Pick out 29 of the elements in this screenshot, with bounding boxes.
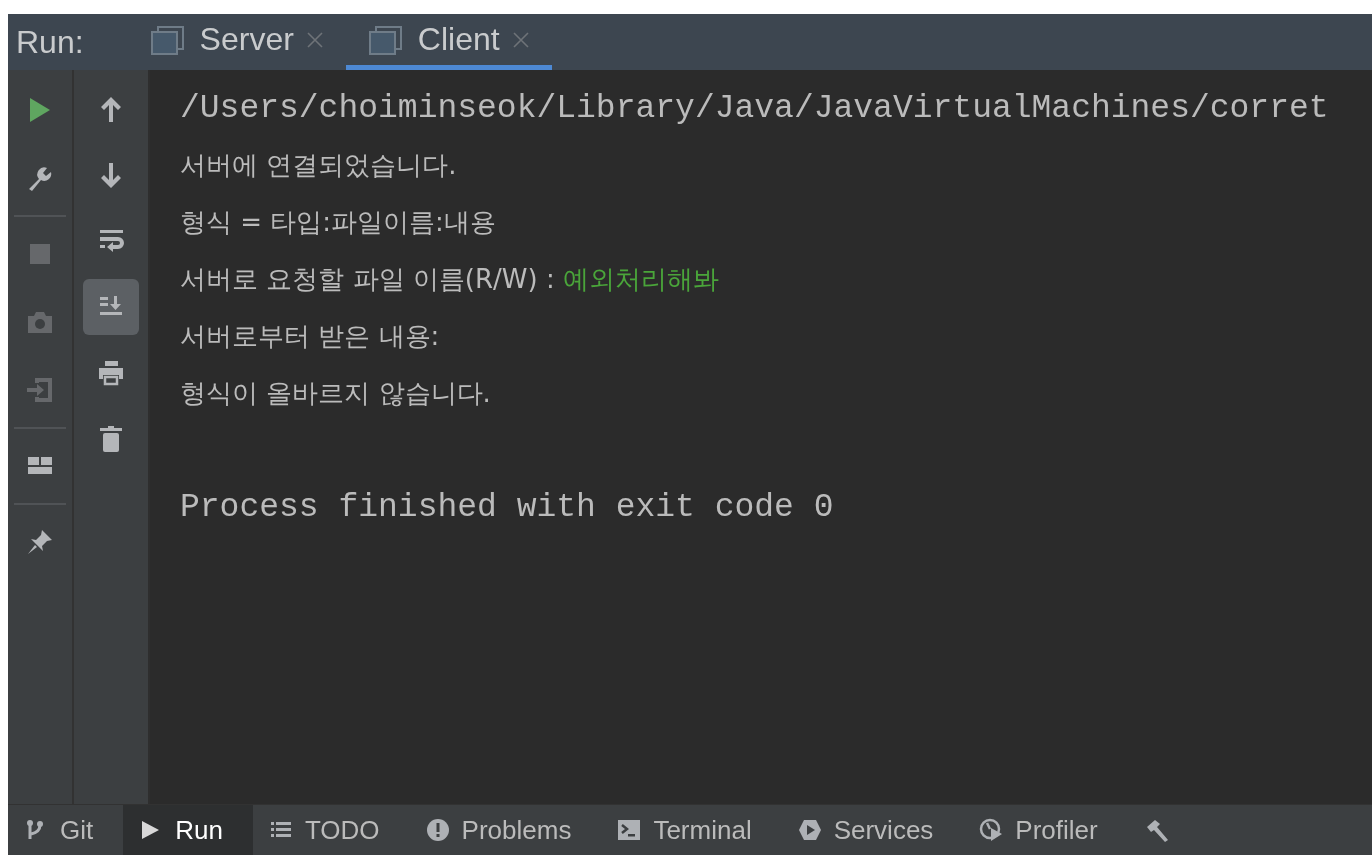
tool-window-tab[interactable]: TODO [252,805,410,855]
tool-window-tab[interactable]: Terminal [601,805,782,855]
pin-icon [25,527,55,557]
tool-window-tab[interactable]: Run [123,805,253,855]
user-input-text: 예외처리해봐 [562,263,719,296]
console-text: 형식 = 타입:파일이름:내용 [180,206,496,239]
close-icon [305,30,324,49]
console-text: 형식이 올바르지 않습니다. [180,377,491,410]
console-text: Process finished with exit code 0 [180,489,834,526]
close-icon [511,30,530,49]
tool-window-tab[interactable]: Git [8,805,124,855]
console-window-icon [367,24,402,55]
console-window-icon [149,24,184,55]
gauge-icon [979,818,1004,842]
console-text: 서버로부터 받은 내용: [180,320,440,353]
console-text: 서버로 요청할 파일 이름(R/W) : [180,263,556,296]
exclamation-icon [425,818,450,842]
console-text: /Users/choiminseok/Library/Java/JavaVirtualMachines/corret [180,90,1329,127]
tool-window-tab[interactable]: Problems [409,805,602,855]
run-label: Run: [16,23,84,61]
printer-icon [96,358,126,388]
enter-icon [25,375,55,405]
console-tab[interactable]: Server [127,14,346,70]
tool-window-tab[interactable]: Profiler [963,805,1128,855]
hexagon-play-icon [797,818,822,842]
console-text: 서버에 연결되었습니다. [180,149,457,182]
scroll-to-end-button[interactable] [83,279,139,335]
tool-window-tab[interactable]: Services [781,805,964,855]
terminal-icon [617,818,642,842]
